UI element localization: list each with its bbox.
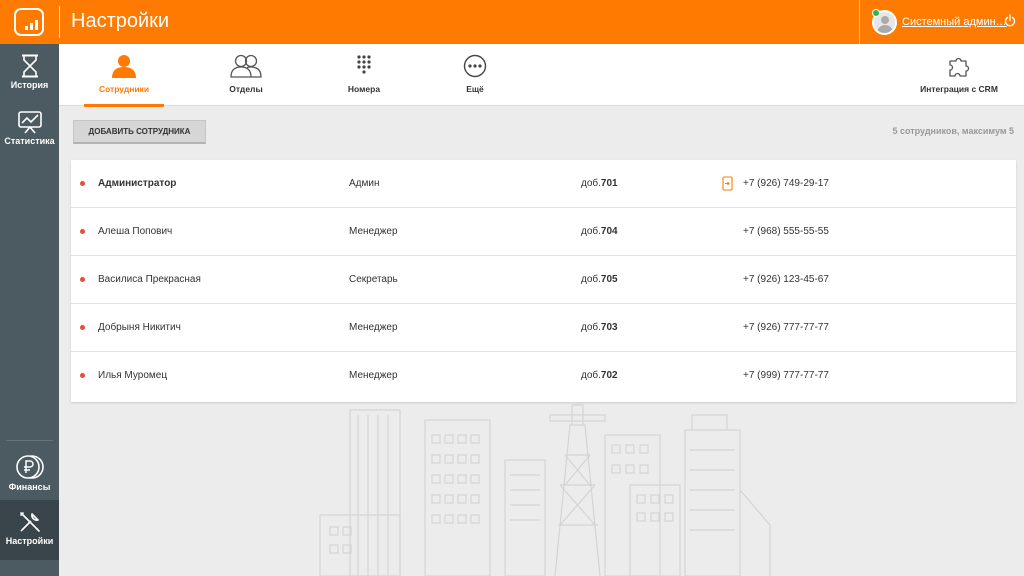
city-skyline-illustration (319, 404, 771, 576)
ruble-coins-icon (15, 455, 44, 479)
sidebar: История Статистика Финансы Настройки (0, 44, 59, 576)
table-row[interactable]: Илья Муромец Менеджер доб.702 +7 (999) 7… (71, 352, 1016, 400)
sidebar-item-label: Статистика (4, 136, 55, 146)
user-icon (112, 55, 136, 78)
more-icon (463, 54, 487, 78)
add-employee-button[interactable]: ДОБАВИТЬ СОТРУДНИКА (73, 120, 206, 144)
employee-phone: +7 (968) 555-55-55 (743, 226, 829, 237)
sidebar-divider (6, 440, 53, 441)
status-dot (80, 373, 85, 378)
power-icon[interactable] (1004, 14, 1016, 28)
employee-phone: +7 (926) 777-77-77 (743, 322, 829, 333)
employee-role: Админ (349, 178, 380, 189)
employee-name: Василиса Прекрасная (98, 274, 201, 285)
sidebar-item-label: Финансы (8, 482, 51, 492)
tab-departments[interactable]: Отделы (206, 44, 286, 106)
employee-phone: +7 (926) 749-29-17 (743, 178, 829, 189)
tab-more[interactable]: Ещё (435, 44, 515, 106)
employees-table: Администратор Админ доб.701 +7 (926) 749… (71, 160, 1016, 402)
employee-name: Илья Муромец (98, 370, 168, 381)
online-status-dot (872, 9, 880, 17)
chart-board-icon (17, 111, 42, 134)
employee-name: Администратор (98, 178, 177, 189)
employee-role: Менеджер (349, 226, 398, 237)
employee-extension: доб.705 (581, 274, 618, 285)
table-row[interactable]: Василиса Прекрасная Секретарь доб.705 +7… (71, 256, 1016, 304)
employee-phone: +7 (999) 777-77-77 (743, 370, 829, 381)
extension-number: 703 (600, 322, 618, 333)
employee-role: Секретарь (349, 274, 398, 285)
extension-prefix: доб. (581, 322, 601, 333)
sidebar-item-label: История (10, 80, 49, 90)
employee-name: Добрыня Никитич (98, 322, 181, 333)
sidebar-item-label: Настройки (5, 536, 54, 546)
extension-prefix: доб. (581, 274, 601, 285)
extension-prefix: доб. (581, 370, 601, 381)
header-divider (59, 6, 60, 38)
employee-role: Менеджер (349, 322, 398, 333)
tab-label: Интеграция с CRM (920, 84, 998, 94)
employee-extension: доб.704 (581, 226, 618, 237)
extension-number: 704 (600, 226, 618, 237)
employee-extension: доб.702 (581, 370, 618, 381)
tab-numbers[interactable]: Номера (324, 44, 404, 106)
header-divider (859, 0, 860, 44)
top-bar: Настройки Системный админ… (0, 0, 1024, 44)
status-dot (80, 277, 85, 282)
extension-number: 702 (600, 370, 618, 381)
tab-label: Номера (347, 84, 381, 94)
table-row[interactable]: Добрыня Никитич Менеджер доб.703 +7 (926… (71, 304, 1016, 352)
users-icon (230, 54, 262, 78)
tab-label: Ещё (466, 84, 484, 94)
employee-extension: доб.703 (581, 322, 618, 333)
extension-number: 701 (600, 178, 618, 189)
keypad-icon (357, 55, 371, 74)
extension-prefix: доб. (581, 226, 601, 237)
hourglass-icon (21, 54, 38, 78)
tools-icon (19, 512, 40, 532)
mobile-phone-icon (722, 176, 733, 191)
table-row[interactable]: Алеша Попович Менеджер доб.704 +7 (968) … (71, 208, 1016, 256)
page-title: Настройки (71, 10, 170, 32)
sidebar-item-finance[interactable]: Финансы (0, 454, 59, 500)
sidebar-item-history[interactable]: История (0, 54, 59, 102)
puzzle-icon (949, 57, 970, 77)
sidebar-item-settings[interactable]: Настройки (0, 500, 59, 560)
employee-name: Алеша Попович (98, 226, 173, 237)
user-name-link[interactable]: Системный админ… (902, 16, 1007, 28)
extension-number: 705 (600, 274, 618, 285)
tab-label: Отделы (229, 84, 263, 94)
settings-tabs: Сотрудники Отделы Номера Ещё Интеграция … (59, 44, 1024, 107)
tab-crm-integration[interactable]: Интеграция с CRM (909, 44, 1009, 106)
status-dot (80, 181, 85, 186)
app-logo-icon[interactable] (14, 8, 44, 36)
tab-employees[interactable]: Сотрудники (84, 44, 164, 107)
tab-label: Сотрудники (98, 84, 150, 94)
user-menu[interactable]: Системный админ… (872, 9, 1007, 35)
sidebar-item-statistics[interactable]: Статистика (0, 110, 59, 158)
extension-prefix: доб. (581, 178, 601, 189)
status-dot (80, 229, 85, 234)
employee-role: Менеджер (349, 370, 398, 381)
employee-phone: +7 (926) 123-45-67 (743, 274, 829, 285)
employee-extension: доб.701 (581, 178, 618, 189)
status-dot (80, 325, 85, 330)
employee-count-text: 5 сотрудников, максимум 5 (892, 126, 1014, 136)
table-row[interactable]: Администратор Админ доб.701 +7 (926) 749… (71, 160, 1016, 208)
